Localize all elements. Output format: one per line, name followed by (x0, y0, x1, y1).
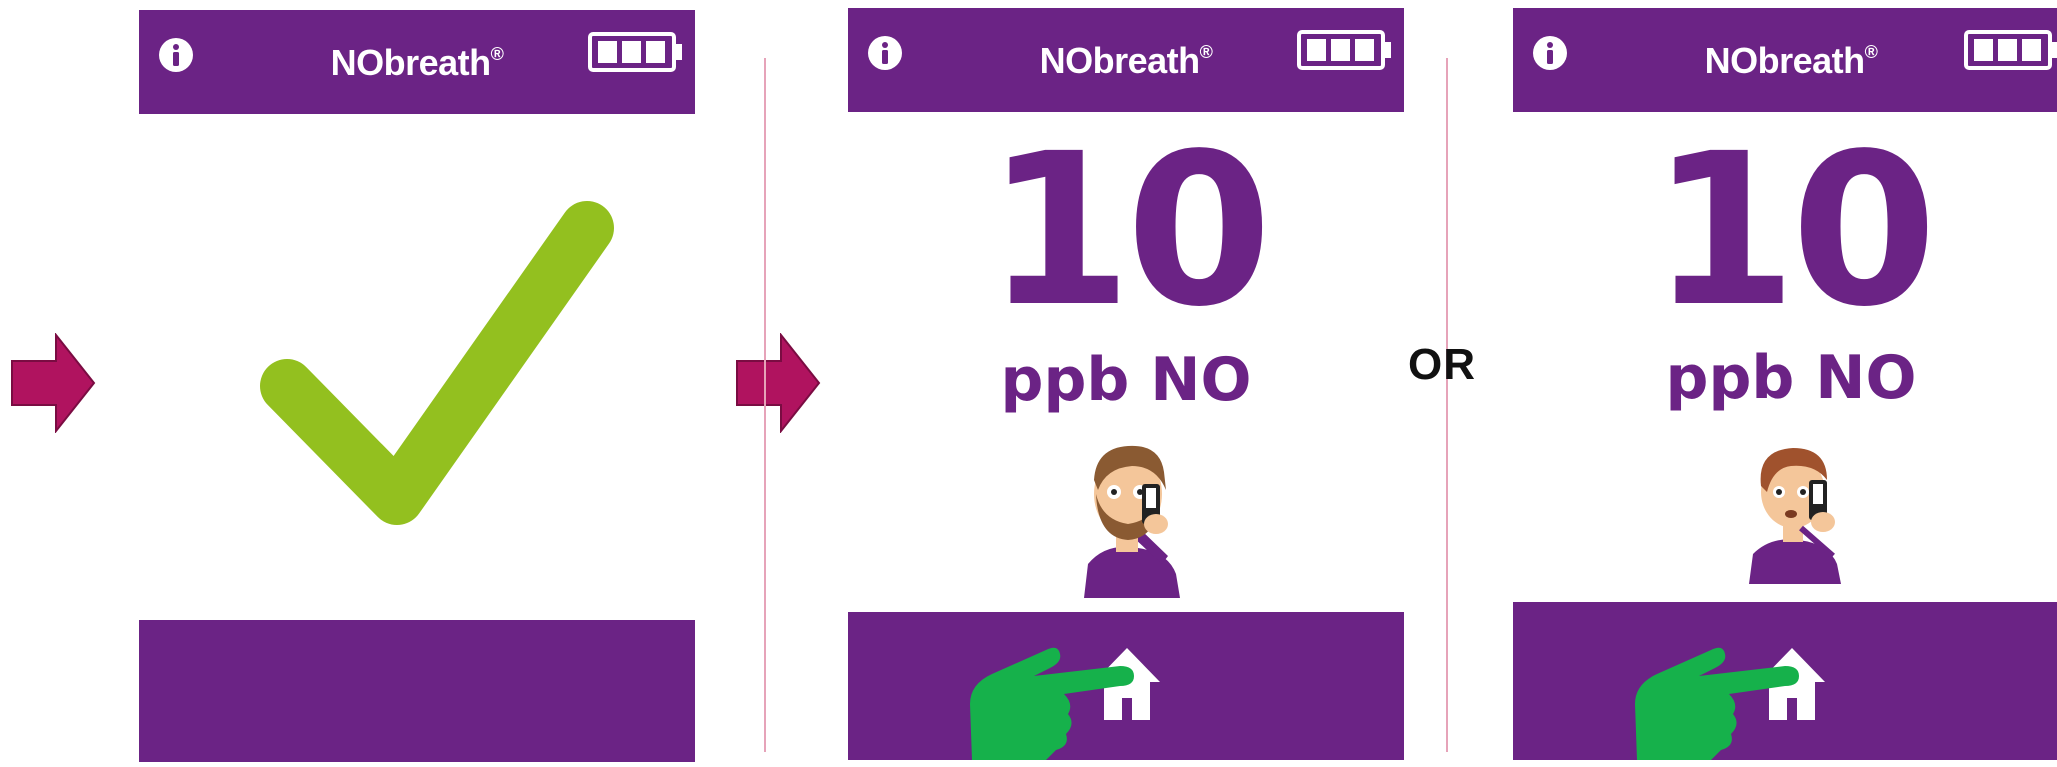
top-bar: NObreath® (139, 10, 695, 114)
adult-patient-icon (1084, 445, 1180, 598)
bottom-bar (1513, 602, 2057, 760)
top-bar: NObreath® (848, 8, 1404, 112)
battery-full-icon (1297, 30, 1391, 70)
checkmark-icon (260, 201, 614, 525)
reading-value: 10 (985, 108, 1272, 353)
reading-unit: ppb NO (1665, 343, 1917, 413)
device-screen-confirmation: NObreath® (139, 10, 695, 762)
child-patient-icon (1749, 448, 1841, 584)
pointing-hand-icon (970, 647, 1134, 760)
bottom-bar (139, 620, 695, 762)
or-label: OR (1408, 340, 1476, 389)
arrow-right-icon (11, 333, 96, 433)
divider-line (764, 58, 766, 752)
divider-line (1446, 58, 1448, 752)
device-screen-result-adult: NObreath® 10 ppb NO (848, 8, 1404, 760)
arrow-right-icon (736, 333, 821, 433)
top-bar: NObreath® (1513, 8, 2057, 112)
pointing-hand-icon (1635, 647, 1799, 760)
bottom-bar (848, 612, 1404, 760)
device-screen-result-child: NObreath® 10 ppb NO (1513, 8, 2057, 760)
battery-full-icon (1964, 30, 2057, 70)
reading-unit: ppb NO (1000, 345, 1252, 415)
reading-value: 10 (1650, 108, 1937, 353)
battery-full-icon (588, 32, 682, 72)
